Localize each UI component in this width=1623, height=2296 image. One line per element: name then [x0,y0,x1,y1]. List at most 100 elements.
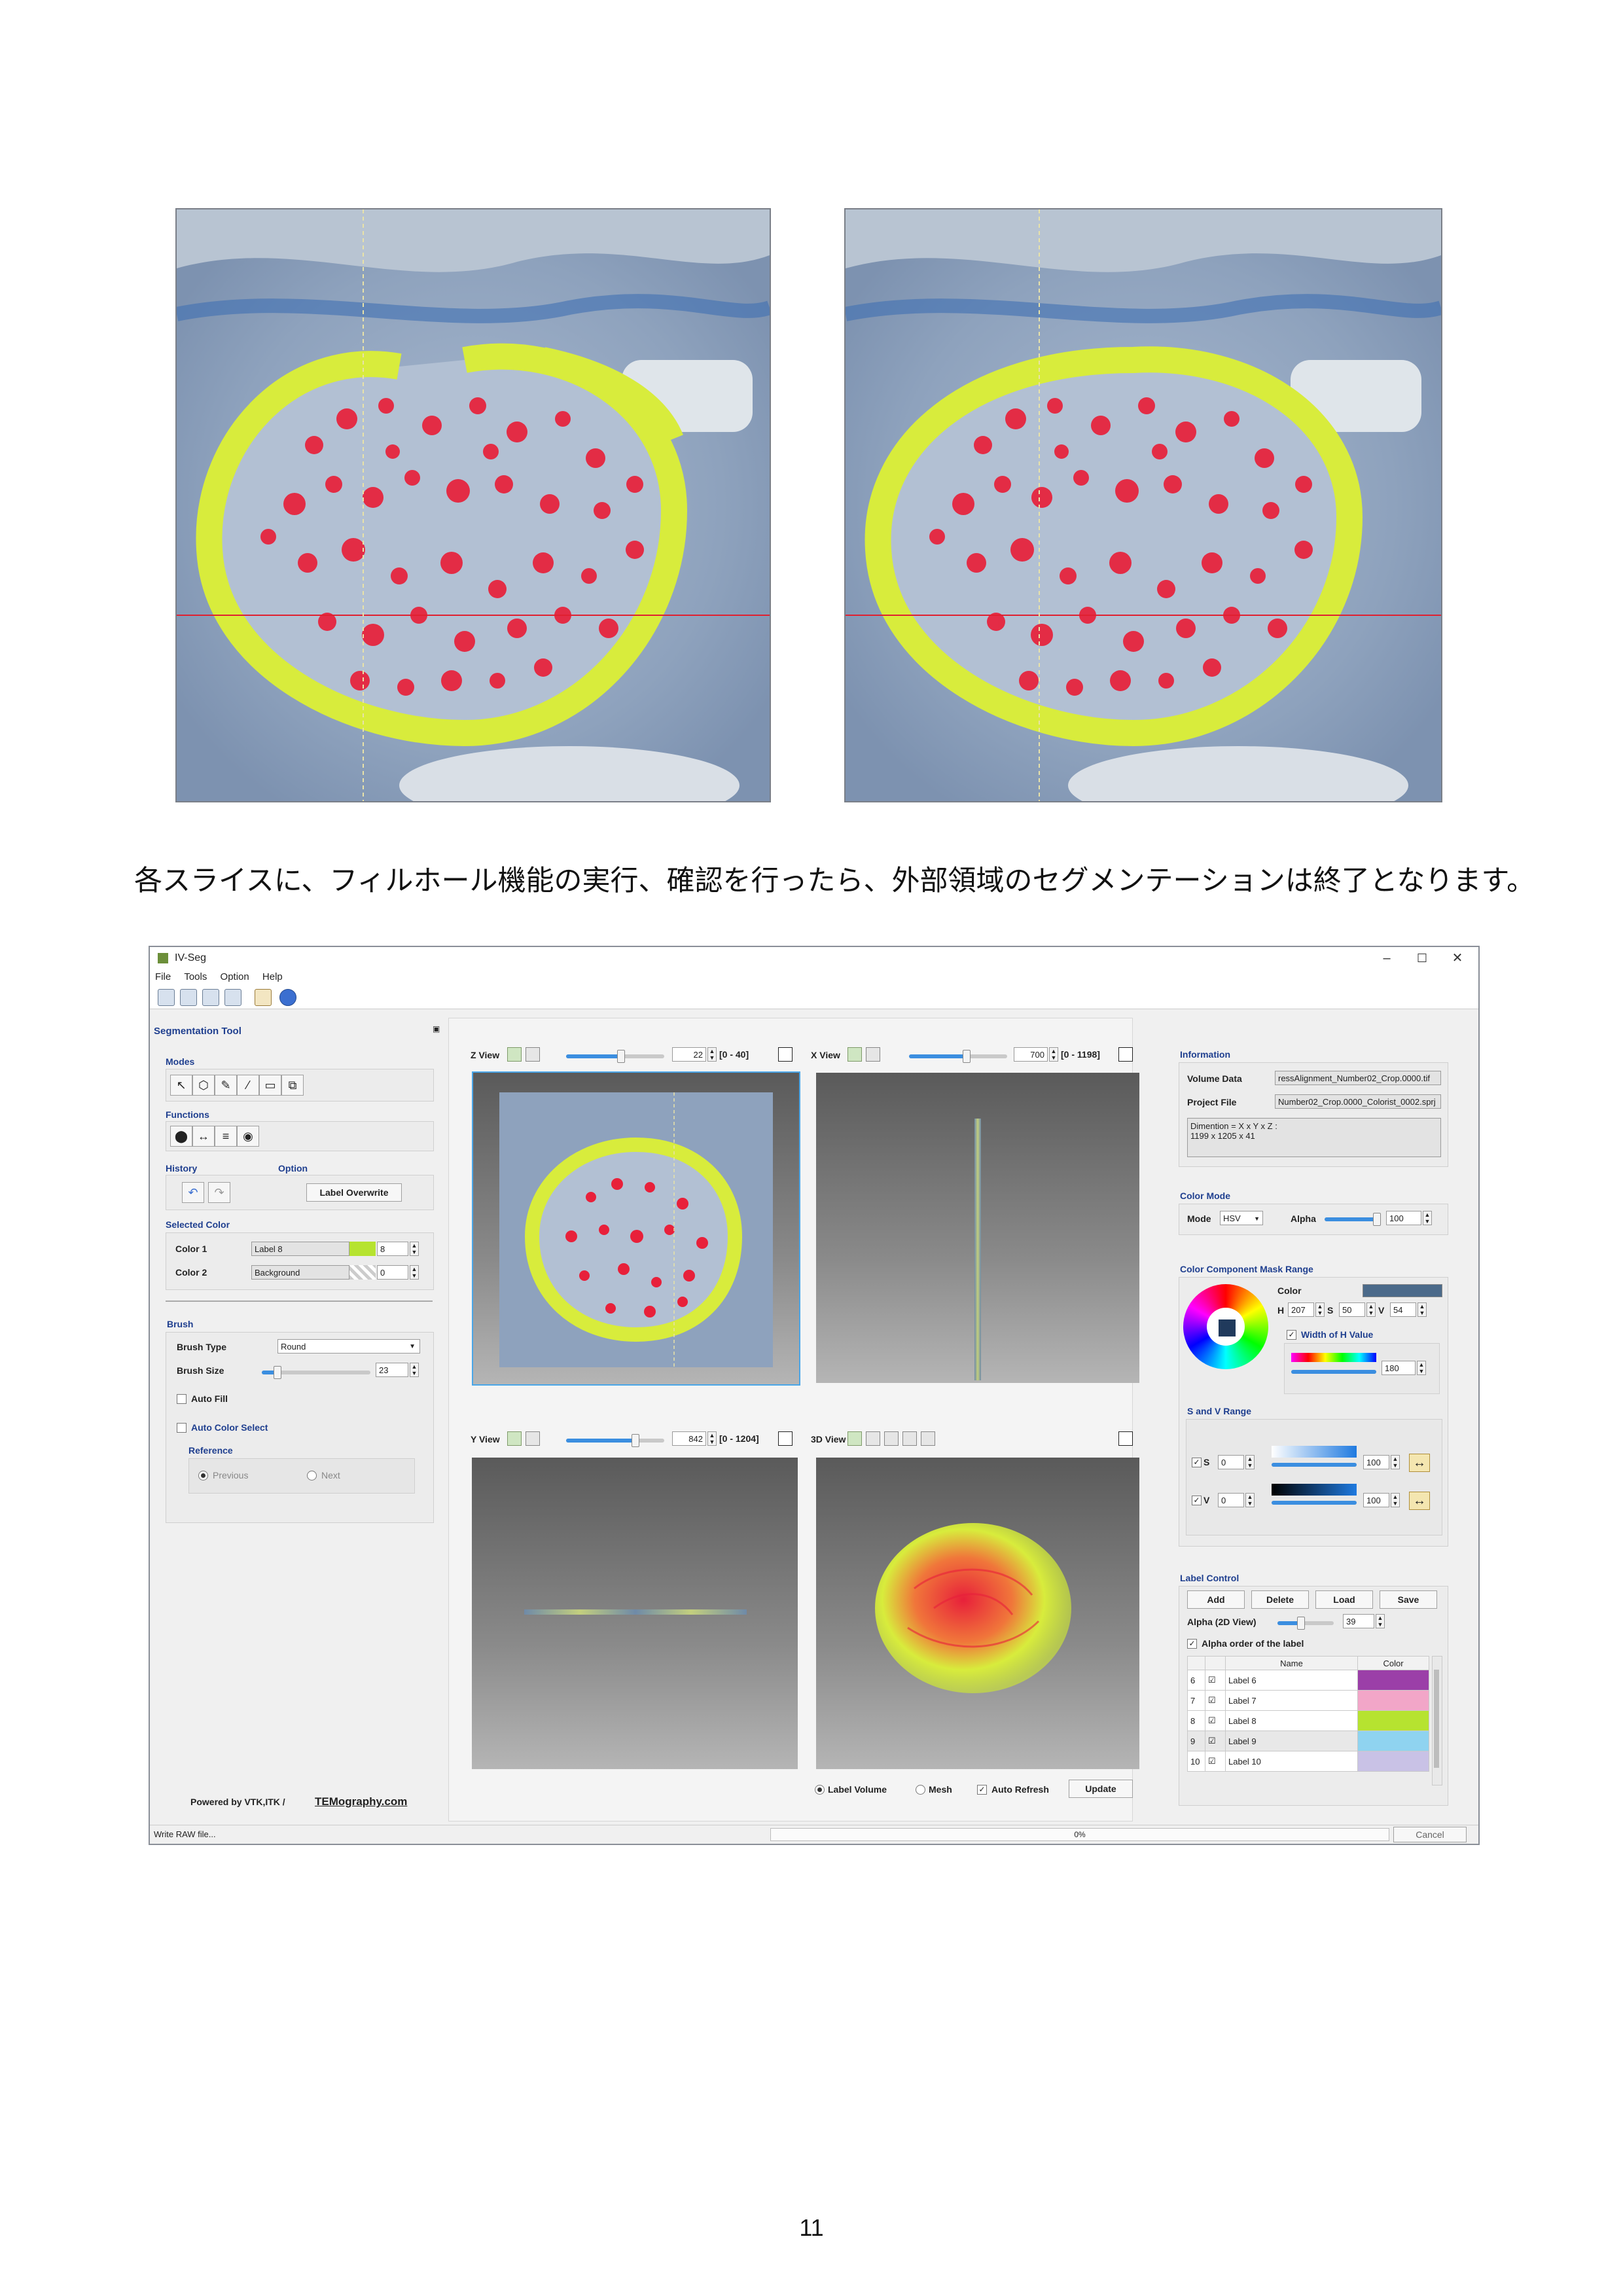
update-button[interactable]: Update [1069,1780,1133,1798]
eyedropper-icon[interactable]: ⁄ [237,1075,259,1096]
menu-help[interactable]: Help [257,969,288,984]
save-label-button[interactable]: Save [1380,1590,1437,1609]
y-view-value[interactable]: 842 [672,1431,706,1446]
table-row[interactable]: 6 ☑ Label 6 [1187,1670,1429,1691]
rectangle-icon[interactable]: ▭ [259,1075,281,1096]
row-color[interactable] [1357,1670,1429,1691]
row-checkbox[interactable]: ☑ [1205,1731,1226,1751]
v-value[interactable]: 54 [1390,1302,1416,1317]
y-view-slider[interactable] [566,1434,664,1447]
s-range-slider[interactable] [1272,1463,1357,1467]
mesh-radio[interactable] [916,1785,925,1795]
mode-select[interactable]: HSV ▼ [1220,1211,1263,1225]
width-h-slider[interactable] [1291,1370,1376,1374]
reference-next-radio[interactable] [307,1471,317,1480]
brush-type-select[interactable]: Round ▼ [277,1339,420,1354]
s-range-lock-icon[interactable]: ↔ [1409,1454,1430,1472]
save-icon[interactable] [180,989,197,1006]
brush-icon[interactable]: ✎ [215,1075,237,1096]
s-range-checkbox[interactable]: ✓ [1192,1458,1202,1467]
z-view-spinner[interactable]: ▲ ▼ [707,1047,717,1062]
s-range-max[interactable]: 100 [1363,1455,1389,1469]
open-icon[interactable] [158,989,175,1006]
expand-icon[interactable]: ↔ [192,1126,215,1147]
row-checkbox[interactable]: ☑ [1205,1751,1226,1772]
alpha-value[interactable]: 100 [1386,1211,1421,1225]
redo-icon[interactable]: ↷ [208,1182,230,1203]
table-row[interactable]: 7 ☑ Label 7 [1187,1690,1429,1711]
color2-spinner[interactable]: ▲ ▼ [410,1265,419,1280]
z-view-camera-icon[interactable] [526,1047,540,1062]
interpolate-icon[interactable]: ≡ [215,1126,237,1147]
delete-label-button[interactable]: Delete [1251,1590,1309,1609]
y-view-spinner[interactable]: ▲ ▼ [707,1431,717,1446]
panel-undock-icon[interactable]: ▣ [433,1024,440,1033]
alpha-order-checkbox[interactable]: ✓ [1187,1639,1197,1649]
color1-value[interactable]: 8 [377,1242,408,1256]
z-view-expand-icon[interactable] [778,1047,793,1062]
color1-spinner[interactable]: ▲ ▼ [410,1242,419,1256]
undo-icon[interactable]: ↶ [182,1182,204,1203]
reference-previous-radio[interactable] [198,1471,208,1480]
z-view-value[interactable]: 22 [672,1047,706,1062]
temography-link[interactable]: TEMography.com [315,1795,407,1808]
brush-size-value[interactable]: 23 [376,1363,408,1377]
book-icon[interactable] [255,989,272,1006]
y-view-reset-icon[interactable] [507,1431,522,1446]
three-d-reset-icon[interactable] [847,1431,862,1446]
y-view-canvas[interactable] [472,1458,798,1769]
width-h-checkbox[interactable]: ✓ [1287,1330,1296,1340]
z-view-canvas[interactable] [472,1071,800,1386]
h-spinner[interactable]: ▲ ▼ [1315,1302,1325,1317]
minimize-button[interactable]: – [1374,950,1400,967]
v-range-min-spinner[interactable]: ▲ ▼ [1245,1493,1255,1507]
v-range-checkbox[interactable]: ✓ [1192,1496,1202,1505]
s-range-min[interactable]: 0 [1218,1455,1244,1469]
pointer-icon[interactable]: ↖ [170,1075,192,1096]
color-wheel[interactable] [1183,1284,1268,1369]
x-view-slider[interactable] [909,1050,1007,1063]
width-h-spinner[interactable]: ▲ ▼ [1417,1361,1426,1375]
load-label-button[interactable]: Load [1315,1590,1373,1609]
alpha-spinner[interactable]: ▲ ▼ [1423,1211,1432,1225]
auto-fill-checkbox[interactable] [177,1394,187,1404]
x-view-camera-icon[interactable] [866,1047,880,1062]
y-view-camera-icon[interactable] [526,1431,540,1446]
s-value[interactable]: 50 [1339,1302,1365,1317]
alpha2d-slider[interactable] [1277,1617,1334,1630]
auto-color-select-checkbox[interactable] [177,1423,187,1433]
width-h-value[interactable]: 180 [1382,1361,1416,1375]
table-row[interactable]: 10 ☑ Label 10 [1187,1751,1429,1772]
row-color[interactable] [1357,1731,1429,1751]
add-label-button[interactable]: Add [1187,1590,1245,1609]
v-range-max-spinner[interactable]: ▲ ▼ [1391,1493,1400,1507]
s-range-min-spinner[interactable]: ▲ ▼ [1245,1455,1255,1469]
x-view-canvas[interactable] [816,1073,1139,1383]
maximize-button[interactable]: ☐ [1409,950,1435,967]
three-d-axis-z-icon[interactable] [866,1431,880,1446]
row-checkbox[interactable]: ☑ [1205,1710,1226,1731]
color2-value[interactable]: 0 [377,1265,408,1280]
label-volume-radio[interactable] [815,1785,825,1795]
v-range-max[interactable]: 100 [1363,1493,1389,1507]
menu-file[interactable]: File [150,969,176,984]
row-color[interactable] [1357,1710,1429,1731]
table-row[interactable]: 8 ☑ Label 8 [1187,1710,1429,1731]
v-range-slider[interactable] [1272,1501,1357,1505]
row-color[interactable] [1357,1751,1429,1772]
v-range-lock-icon[interactable]: ↔ [1409,1492,1430,1510]
three-d-camera-icon[interactable] [921,1431,935,1446]
fill-hole-icon[interactable]: ⬤ [170,1126,192,1147]
label-overwrite-button[interactable]: Label Overwrite [306,1183,402,1202]
alpha-slider[interactable] [1325,1213,1381,1226]
menu-option[interactable]: Option [215,969,255,984]
row-checkbox[interactable]: ☑ [1205,1690,1226,1711]
save-as-icon[interactable] [202,989,219,1006]
close-button[interactable]: ✕ [1444,950,1471,967]
x-view-reset-icon[interactable] [847,1047,862,1062]
table-scrollbar[interactable] [1432,1656,1442,1785]
three-d-view-canvas[interactable] [816,1458,1139,1769]
three-d-axis-x-icon[interactable] [902,1431,917,1446]
alpha2d-spinner[interactable]: ▲ ▼ [1376,1614,1385,1628]
three-d-axis-y-icon[interactable] [884,1431,899,1446]
